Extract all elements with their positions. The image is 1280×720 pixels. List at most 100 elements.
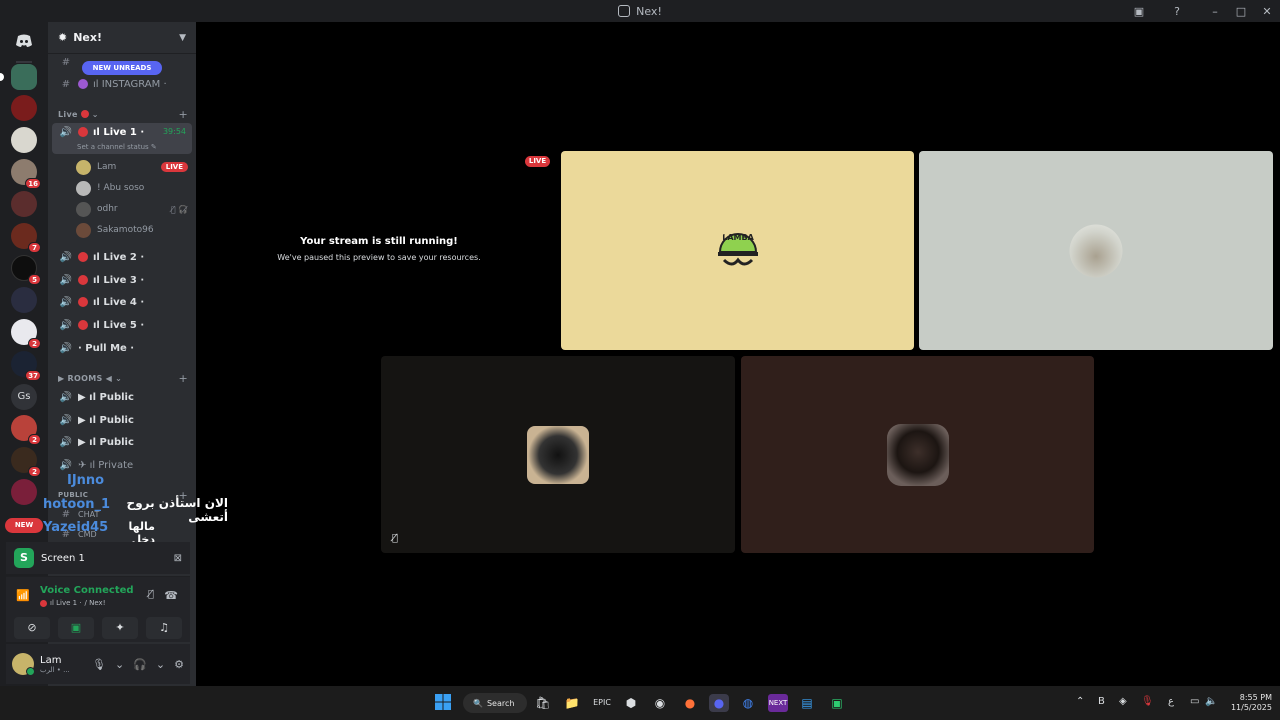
taskbar-search[interactable]: 🔍 Search [463, 693, 527, 713]
channel-label: ıl Live 5 · [93, 319, 145, 331]
voice-channel-private[interactable]: 🔊 ✈ ıl Private [52, 455, 192, 475]
channel-label: ıl Public [89, 414, 134, 426]
app-icon-blue[interactable]: ▤ [797, 694, 817, 712]
new-unreads-pill[interactable]: NEW UNREADS [82, 61, 162, 75]
tray-network-icon[interactable]: ◈ [1119, 696, 1127, 707]
channel-status[interactable]: Set a channel status ✎ [77, 143, 157, 151]
chrome-icon[interactable]: ◍ [738, 694, 758, 712]
disconnect-icon[interactable]: ☎ [164, 589, 178, 602]
tray-display-icon[interactable]: ▭ [1190, 696, 1199, 707]
app-window: Nex! ▣ ? – □ ✕ 16 7 5 2 37 Gs 2 2 ✹ Nex!… [0, 0, 1280, 720]
voice-channel-public-2[interactable]: 🔊 ▶ ıl Public [52, 410, 192, 430]
chevron-down-icon[interactable]: ⌄ [115, 658, 124, 671]
voice-channel-info[interactable]: ıl Live 1 · / Nex! [40, 599, 106, 607]
soundboard-button[interactable]: ♫ [146, 617, 182, 639]
video-tile-odhr[interactable]: 🎙̸ [381, 356, 735, 553]
server-icon-5[interactable] [11, 191, 37, 217]
voice-user[interactable]: Sakamoto96 [76, 220, 188, 240]
user-panel: Lam الرب • ... 🎙 ⌄ 🎧 ⌄ ⚙ [6, 644, 190, 684]
user-avatar[interactable] [12, 653, 35, 676]
server-icon-7[interactable]: 5 [11, 255, 41, 285]
category-live[interactable]: Live ⌄ + [58, 107, 188, 121]
discord-home-icon[interactable] [11, 28, 37, 54]
chevron-down-icon[interactable]: ⌄ [156, 658, 165, 671]
chevron-down-icon: ⌄ [112, 373, 123, 383]
tray-chevron-up-icon[interactable]: ⌃ [1076, 696, 1084, 707]
next-app-icon[interactable]: NEXT [768, 694, 788, 712]
voice-channel-live-5[interactable]: 🔊 ıl Live 5 · [52, 315, 192, 335]
server-icon-8[interactable] [11, 287, 37, 313]
settings-gear-icon[interactable]: ⚙ [174, 658, 184, 671]
app-icon-green[interactable]: ▣ [827, 694, 847, 712]
minimize-button[interactable]: – [1202, 5, 1228, 18]
noise-suppression-icon[interactable]: 〰̸ [148, 589, 154, 600]
signal-icon[interactable]: 📶 [16, 589, 30, 602]
voice-channel-pull-me[interactable]: 🔊 · Pull Me · [52, 338, 192, 358]
server-icon-2[interactable] [11, 95, 37, 121]
firefox-icon[interactable]: ● [680, 694, 700, 712]
store-icon[interactable]: 🛍 [533, 694, 553, 712]
video-tile-sakamoto96[interactable] [741, 356, 1094, 553]
add-channel-icon[interactable]: + [178, 108, 188, 121]
voice-user-name: ! Abu soso [97, 183, 145, 193]
video-tile-lam[interactable]: LAMBA [561, 151, 914, 350]
channel-label: ıl Private [89, 459, 134, 471]
file-explorer-icon[interactable]: 📁 [562, 694, 582, 712]
server-icon-nex[interactable] [0, 64, 37, 90]
camera-off-button[interactable]: ⊘ [14, 617, 50, 639]
stop-stream-icon[interactable]: ⊠ [174, 553, 182, 564]
close-button[interactable]: ✕ [1254, 5, 1280, 18]
server-icon-10[interactable]: 37 [11, 351, 41, 381]
steam-icon[interactable]: ◉ [650, 694, 670, 712]
avatar [886, 423, 949, 486]
voice-user[interactable]: Lam LIVE [76, 157, 188, 177]
server-icon-6[interactable]: 7 [11, 223, 41, 253]
inbox-icon[interactable]: ▣ [1126, 5, 1152, 18]
voice-channel-live-2[interactable]: 🔊 ıl Live 2 · [52, 247, 192, 267]
screen-share-panel: S Screen 1 ⊠ [6, 542, 190, 574]
server-icon-4[interactable]: 16 [11, 159, 41, 189]
unity-icon[interactable]: ⬢ [621, 694, 641, 712]
voice-user[interactable]: ! Abu soso [76, 178, 188, 198]
chevron-down-icon: ▼ [179, 32, 186, 43]
tray-volume-icon[interactable]: 🔈 [1205, 696, 1217, 707]
window-title-text: Nex! [636, 4, 662, 18]
server-icon-14[interactable] [11, 479, 37, 505]
server-icon-3[interactable] [11, 127, 37, 153]
voice-channel-public-1[interactable]: 🔊 ▶ ıl Public [52, 387, 192, 407]
voice-channel-live-3[interactable]: 🔊 ıl Live 3 · [52, 270, 192, 290]
windows-start-icon[interactable] [433, 694, 453, 712]
discord-taskbar-icon[interactable]: ● [709, 694, 729, 712]
epic-games-icon[interactable]: EPIC [592, 694, 612, 712]
voice-user[interactable]: odhr 🎙̸ 🎧̸ [76, 199, 188, 219]
channel-label: ıl Live 1 · [93, 127, 145, 138]
voice-channel-public-3[interactable]: 🔊 ▶ ıl Public [52, 432, 192, 452]
muted-icon: 🎙̸ [392, 533, 399, 544]
microphone-icon[interactable]: 🎙 [92, 658, 106, 671]
video-tile-abu-soso[interactable] [919, 151, 1273, 350]
channel-label: ıl Public [89, 391, 134, 403]
svg-text:LAMBA: LAMBA [722, 233, 754, 242]
new-messages-pill[interactable]: NEW [5, 518, 43, 533]
maximize-button[interactable]: □ [1228, 5, 1254, 18]
category-rooms[interactable]: ▶ ROOMS ◀ ⌄ + [58, 371, 188, 385]
taskbar-clock[interactable]: 8:55 PM 11/5/2025 [1222, 693, 1272, 713]
screen-share-button[interactable]: ▣ [58, 617, 94, 639]
headphones-icon[interactable]: 🎧 [133, 658, 147, 671]
user-info[interactable]: Lam الرب • ... [40, 655, 70, 674]
tray-mic-icon[interactable]: 🎙 [1141, 696, 1154, 707]
server-icon-9[interactable]: 2 [11, 319, 41, 349]
server-icon-12[interactable]: 2 [11, 415, 41, 445]
add-channel-icon[interactable]: + [178, 372, 188, 385]
tray-app-icon[interactable]: B [1098, 696, 1105, 707]
overlay-chat-user: hotoon_1 [43, 497, 111, 512]
input-language[interactable]: ع [1168, 696, 1174, 707]
server-icon-13[interactable]: 2 [11, 447, 41, 477]
voice-channel-live-4[interactable]: 🔊 ıl Live 4 · [52, 292, 192, 312]
speaker-icon: 🔊 [59, 391, 73, 403]
channel-item-instagram[interactable]: # ıl INSTAGRAM · [52, 74, 192, 94]
help-icon[interactable]: ? [1164, 5, 1190, 18]
server-icon-gs[interactable]: Gs [11, 384, 37, 410]
activities-button[interactable]: ✦ [102, 617, 138, 639]
guild-header[interactable]: ✹ Nex! ▼ [48, 22, 196, 54]
